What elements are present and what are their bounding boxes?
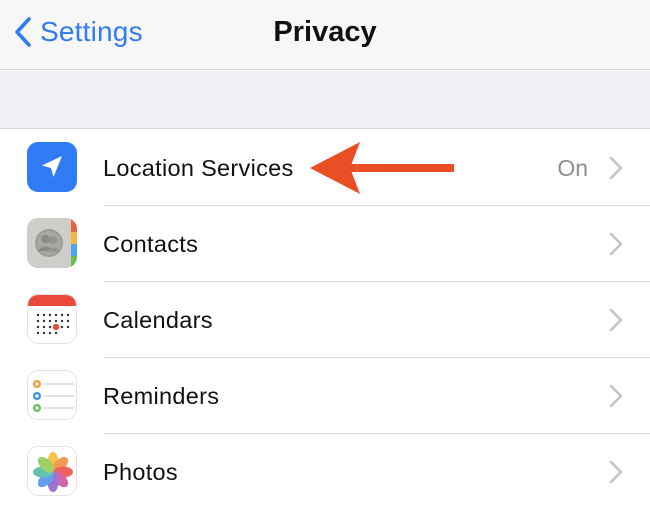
chevron-right-icon [609,156,623,180]
list-item-label: Photos [103,459,178,485]
list-item-contacts[interactable]: Contacts [0,206,650,282]
list-item-photos[interactable]: Photos [0,434,650,510]
photos-icon [27,446,77,496]
status-value: On [557,155,588,181]
list-item-calendars[interactable]: Calendars [0,282,650,358]
contacts-icon [27,218,77,268]
list-item-label: Reminders [103,383,220,409]
list-item-label: Location Services [103,155,294,181]
section-spacer [0,71,650,129]
calendar-icon [27,294,77,344]
location-arrow-icon [27,142,77,192]
page-title: Privacy [273,16,377,48]
list-item-reminders[interactable]: Reminders [0,358,650,434]
annotation-arrow-icon [310,142,454,194]
list-item-label: Calendars [103,307,213,333]
chevron-right-icon [609,308,623,332]
chevron-right-icon [609,460,623,484]
chevron-right-icon [609,384,623,408]
reminders-icon [27,370,77,420]
navigation-bar: Settings Privacy [0,0,650,70]
list-item-label: Contacts [103,231,199,257]
chevron-right-icon [609,232,623,256]
